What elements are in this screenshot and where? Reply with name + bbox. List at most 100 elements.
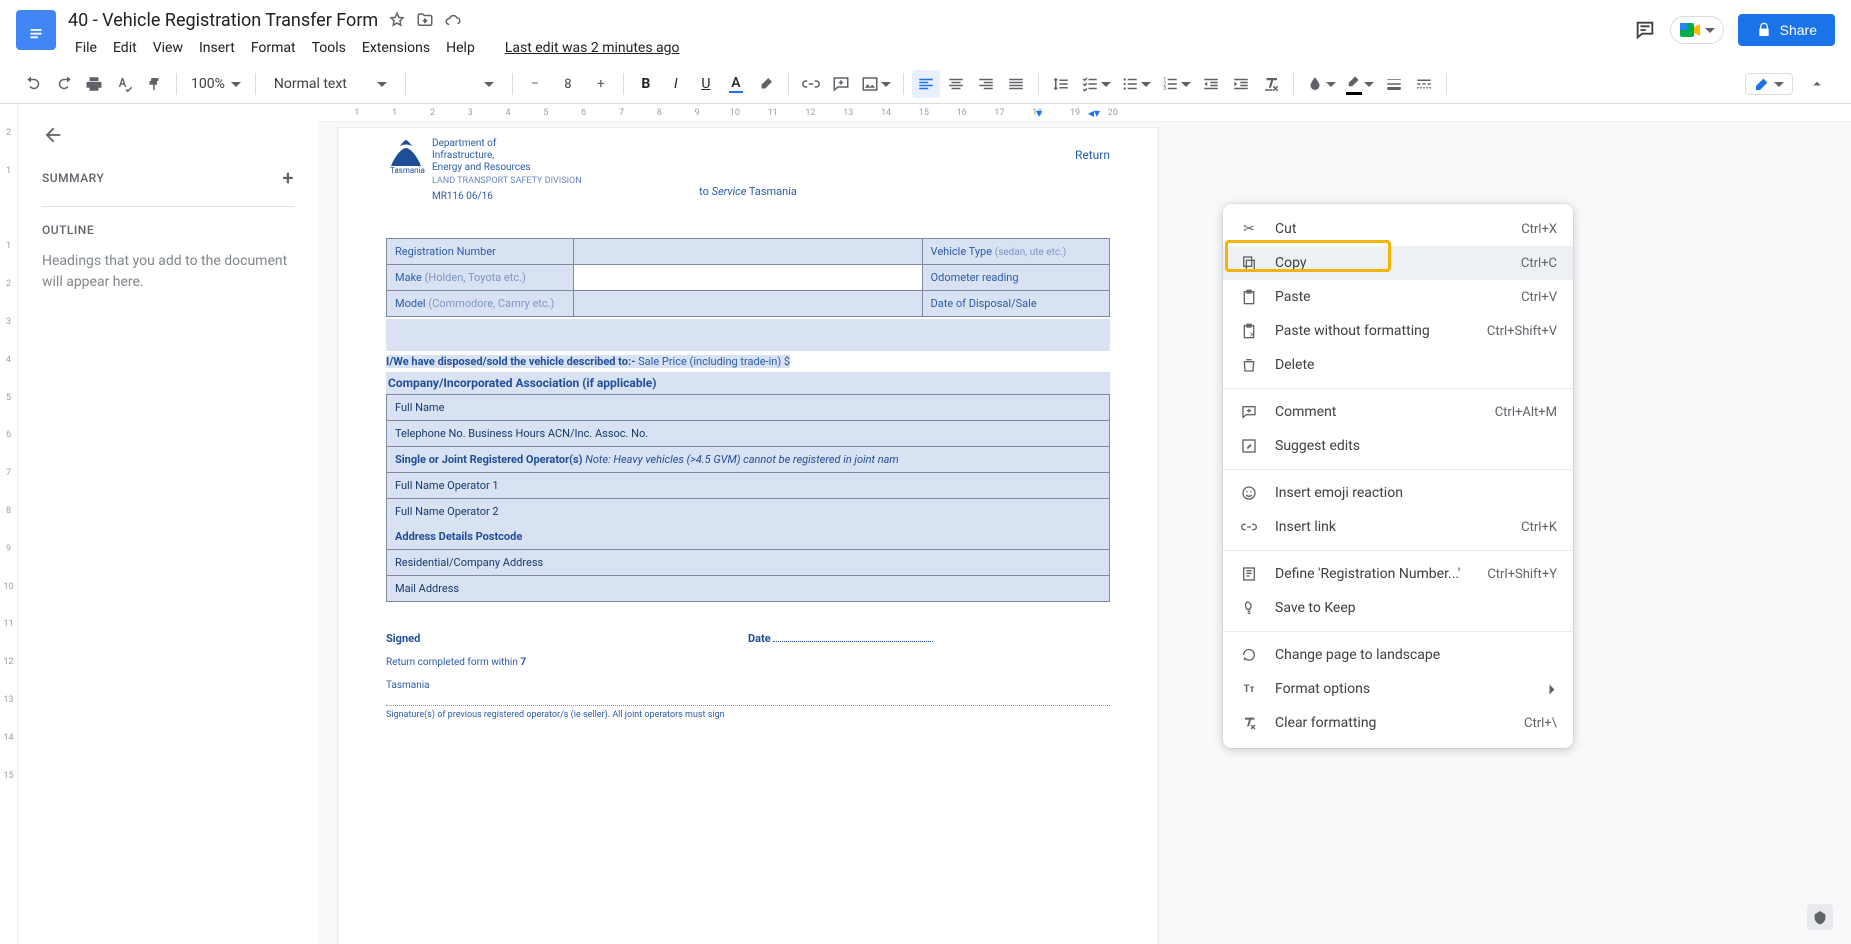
highlight-button[interactable] (752, 70, 780, 98)
menu-bar: File Edit View Insert Format Tools Exten… (68, 36, 1634, 60)
full-name-row[interactable]: Full Name (386, 394, 1110, 421)
docs-icon (25, 16, 47, 44)
link-icon (1239, 519, 1259, 535)
clear-formatting-button[interactable] (1257, 70, 1285, 98)
comment-history-icon[interactable] (1634, 19, 1656, 41)
keep-icon (1239, 600, 1259, 616)
document-page[interactable]: Tasmania Department of Infrastructure, E… (338, 128, 1158, 944)
ctx-copy[interactable]: CopyCtrl+C (1223, 246, 1573, 280)
menu-edit[interactable]: Edit (106, 36, 144, 60)
chevron-down-icon (231, 82, 241, 87)
share-button[interactable]: Share (1738, 14, 1835, 46)
format-options-icon: Tᴛ (1239, 684, 1259, 695)
menu-insert[interactable]: Insert (192, 36, 242, 60)
menu-extensions[interactable]: Extensions (355, 36, 437, 60)
pencil-icon (1754, 76, 1770, 92)
reg-number-cell[interactable] (574, 238, 922, 264)
vertical-ruler: 21123456789101112131415 (0, 104, 18, 944)
docs-logo[interactable] (16, 10, 56, 50)
italic-button[interactable]: I (662, 70, 690, 98)
ctx-cut[interactable]: ✂CutCtrl+X (1223, 212, 1573, 246)
mail-row[interactable]: Mail Address (386, 576, 1110, 602)
model-cell[interactable] (574, 290, 922, 316)
move-icon[interactable] (416, 11, 434, 29)
paste-icon (1239, 289, 1259, 305)
line-spacing-button[interactable] (1047, 70, 1075, 98)
editing-mode-button[interactable] (1745, 73, 1793, 95)
align-left-button[interactable] (912, 70, 940, 98)
add-summary-button[interactable]: + (282, 166, 294, 190)
align-justify-button[interactable] (1002, 70, 1030, 98)
insert-image-button[interactable] (857, 70, 895, 98)
menu-file[interactable]: File (68, 36, 104, 60)
border-width-button[interactable] (1380, 70, 1408, 98)
checklist-button[interactable] (1077, 70, 1115, 98)
zoom-dropdown[interactable]: 100% (185, 76, 247, 92)
decrease-font-button[interactable]: − (521, 70, 549, 98)
return-text: Return (1075, 148, 1110, 162)
ctx-format-options[interactable]: TᴛFormat options (1223, 672, 1573, 706)
menu-format[interactable]: Format (244, 36, 303, 60)
font-size-input[interactable]: 8 (551, 70, 585, 98)
bold-button[interactable]: B (632, 70, 660, 98)
lock-icon (1756, 22, 1772, 38)
last-edit-link[interactable]: Last edit was 2 minutes ago (498, 36, 687, 60)
border-color-button[interactable] (1342, 70, 1378, 98)
paint-format-button[interactable] (140, 70, 168, 98)
underline-button[interactable]: U (692, 70, 720, 98)
suggest-icon (1239, 438, 1259, 454)
operators-header: Single or Joint Registered Operator(s) N… (386, 447, 1110, 473)
ctx-emoji-reaction[interactable]: Insert emoji reaction (1223, 476, 1573, 510)
outline-empty-text: Headings that you add to the document wi… (42, 251, 294, 293)
disposal-date-label: Date of Disposal/Sale (922, 290, 1109, 316)
doc-title[interactable]: 40 - Vehicle Registration Transfer Form (68, 10, 378, 31)
collapse-toolbar-button[interactable] (1803, 70, 1831, 98)
align-right-button[interactable] (972, 70, 1000, 98)
make-cell[interactable] (574, 264, 922, 290)
ctx-comment[interactable]: CommentCtrl+Alt+M (1223, 395, 1573, 429)
text-color-button[interactable]: A (722, 70, 750, 98)
reg-number-label: Registration Number (387, 238, 574, 264)
operator1-row[interactable]: Full Name Operator 1 (386, 473, 1110, 499)
spellcheck-button[interactable] (110, 70, 138, 98)
ctx-insert-link[interactable]: Insert linkCtrl+K (1223, 510, 1573, 544)
align-center-button[interactable] (942, 70, 970, 98)
ctx-clear-formatting[interactable]: Clear formattingCtrl+\ (1223, 706, 1573, 740)
residential-row[interactable]: Residential/Company Address (386, 550, 1110, 576)
document-scroll-area[interactable]: ▾ ◂▾ 11234567891011121314151617181920 Ta… (318, 104, 1851, 944)
vehicle-type-label: Vehicle Type (sedan, ute etc.) (922, 238, 1109, 264)
explore-button[interactable] (1807, 904, 1833, 930)
ctx-landscape[interactable]: Change page to landscape (1223, 638, 1573, 672)
ctx-delete[interactable]: Delete (1223, 348, 1573, 382)
address-header: Address Details Postcode (386, 524, 1110, 550)
increase-font-button[interactable]: + (587, 70, 615, 98)
ctx-paste[interactable]: PasteCtrl+V (1223, 280, 1573, 314)
menu-view[interactable]: View (146, 36, 190, 60)
hide-outline-button[interactable] (42, 124, 294, 150)
ctx-suggest-edits[interactable]: Suggest edits (1223, 429, 1573, 463)
star-icon[interactable] (388, 11, 406, 29)
menu-help[interactable]: Help (439, 36, 482, 60)
decrease-indent-button[interactable] (1197, 70, 1225, 98)
ctx-define[interactable]: Define 'Registration Number...'Ctrl+Shif… (1223, 557, 1573, 591)
increase-indent-button[interactable] (1227, 70, 1255, 98)
print-button[interactable] (80, 70, 108, 98)
telephone-row[interactable]: Telephone No. Business Hours ACN/Inc. As… (386, 421, 1110, 447)
ctx-save-keep[interactable]: Save to Keep (1223, 591, 1573, 625)
paragraph-style-dropdown[interactable]: Normal text (264, 76, 397, 92)
redo-button[interactable] (50, 70, 78, 98)
add-comment-button[interactable] (827, 70, 855, 98)
border-dash-button[interactable] (1410, 70, 1438, 98)
meet-button[interactable] (1670, 16, 1724, 44)
menu-tools[interactable]: Tools (305, 36, 353, 60)
cloud-icon[interactable] (444, 11, 462, 29)
font-family-dropdown[interactable] (414, 82, 504, 87)
undo-button[interactable] (20, 70, 48, 98)
model-label: Model (Commodore, Camry etc.) (387, 290, 574, 316)
ctx-paste-without-formatting[interactable]: Paste without formattingCtrl+Shift+V (1223, 314, 1573, 348)
numbered-list-button[interactable]: 123 (1157, 70, 1195, 98)
operator2-row[interactable]: Full Name Operator 2 (386, 499, 1110, 524)
insert-link-button[interactable] (797, 70, 825, 98)
bulleted-list-button[interactable] (1117, 70, 1155, 98)
fill-color-button[interactable] (1302, 70, 1340, 98)
